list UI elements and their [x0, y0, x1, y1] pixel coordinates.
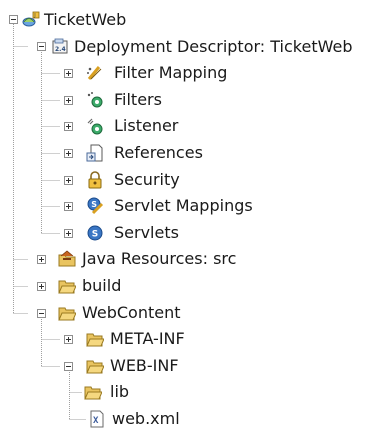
expand-toggle[interactable]	[64, 229, 73, 238]
tree-item-label: WEB-INF	[110, 356, 179, 375]
tree-item-web-inf[interactable]: WEB-INF	[0, 356, 220, 376]
expand-toggle[interactable]	[64, 122, 73, 131]
tree-item-filters[interactable]: Filters	[0, 90, 300, 110]
collapse-toggle[interactable]	[37, 309, 46, 318]
expand-toggle[interactable]	[64, 69, 73, 78]
expand-toggle[interactable]	[37, 255, 46, 264]
tree-item-webcontent[interactable]: WebContent	[0, 303, 220, 323]
tree-item-listener[interactable]: Listener	[0, 116, 300, 136]
tree-item-label: web.xml	[112, 409, 180, 428]
tree-item-security[interactable]: Security	[0, 170, 300, 190]
collapse-toggle[interactable]	[64, 362, 73, 371]
tree-item-label: References	[114, 143, 203, 162]
expand-toggle[interactable]	[64, 149, 73, 158]
svg-text:J: J	[33, 13, 35, 19]
tree-item-label: Servlet Mappings	[114, 196, 253, 215]
folder-icon	[86, 330, 104, 348]
svg-text:S: S	[92, 230, 98, 240]
filter-mapping-icon	[86, 64, 104, 82]
java-resources-icon	[58, 250, 76, 268]
tree-item-references[interactable]: References	[0, 143, 300, 163]
deployment-descriptor-icon: 2.4	[52, 38, 70, 56]
collapse-toggle[interactable]	[9, 15, 18, 24]
references-icon	[86, 144, 104, 162]
expand-toggle[interactable]	[37, 282, 46, 291]
tree-item-label: Java Resources: src	[82, 249, 237, 268]
servlet-mappings-icon: S	[86, 197, 104, 215]
listener-icon	[86, 117, 104, 135]
tree-item-label: Filters	[114, 90, 162, 109]
project-label: TicketWeb	[44, 10, 127, 29]
expand-toggle[interactable]	[64, 96, 73, 105]
expand-toggle[interactable]	[64, 176, 73, 185]
tree-item-label: Security	[114, 170, 180, 189]
xml-file-icon: X	[88, 410, 106, 428]
web-project-icon: J	[22, 11, 40, 29]
tree-item-label: lib	[110, 382, 130, 401]
tree-item-servlets[interactable]: S Servlets	[0, 223, 300, 243]
folder-icon	[58, 277, 76, 295]
tree-item-ticketweb[interactable]: J TicketWeb	[0, 10, 200, 30]
tree-item-servlet-mappings[interactable]: S Servlet Mappings	[0, 196, 300, 216]
project-explorer-tree: J TicketWeb 2.4 Deployment Descriptor: T…	[0, 0, 380, 430]
tree-item-filter-mapping[interactable]: Filter Mapping	[0, 63, 300, 83]
svg-text:X: X	[93, 416, 99, 426]
tree-item-label: Servlets	[114, 223, 179, 242]
expand-toggle[interactable]	[64, 335, 73, 344]
tree-item-java-resources[interactable]: Java Resources: src	[0, 249, 300, 269]
collapse-toggle[interactable]	[37, 42, 46, 51]
tree-item-build[interactable]: build	[0, 276, 200, 296]
tree-item-label: WebContent	[82, 303, 181, 322]
tree-item-label: Filter Mapping	[114, 63, 228, 82]
tree-item-label: build	[82, 276, 122, 295]
tree-item-label: META-INF	[110, 329, 185, 348]
svg-text:2.4: 2.4	[55, 46, 66, 53]
descriptor-label: Deployment Descriptor: TicketWeb	[74, 37, 353, 56]
folder-open-icon	[58, 304, 76, 322]
servlets-icon: S	[86, 224, 104, 242]
tree-item-web-xml[interactable]: X web.xml	[0, 409, 220, 429]
folder-open-icon	[86, 357, 104, 375]
security-icon	[86, 171, 104, 189]
folder-icon	[84, 383, 102, 401]
filters-icon	[86, 91, 104, 109]
tree-item-meta-inf[interactable]: META-INF	[0, 329, 220, 349]
tree-item-deployment-descriptor[interactable]: 2.4 Deployment Descriptor: TicketWeb	[0, 37, 380, 57]
tree-item-label: Listener	[114, 116, 179, 135]
tree-item-lib[interactable]: lib	[0, 382, 200, 402]
expand-toggle[interactable]	[64, 202, 73, 211]
